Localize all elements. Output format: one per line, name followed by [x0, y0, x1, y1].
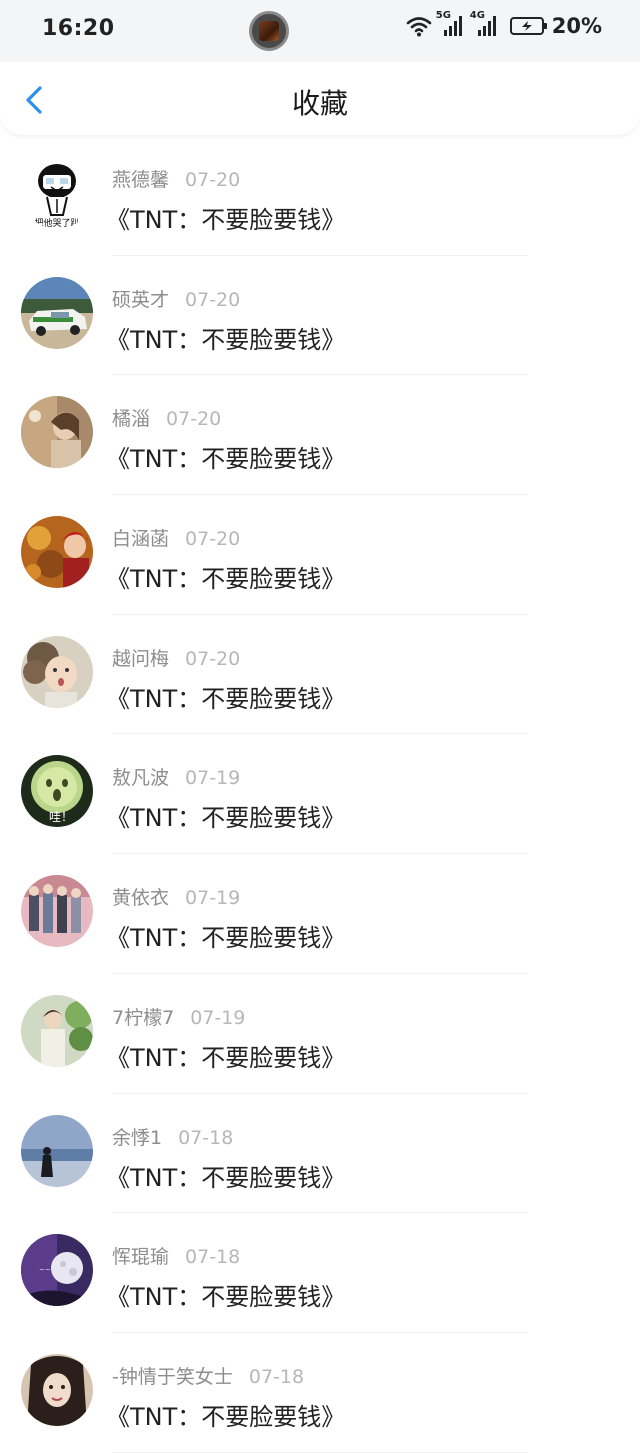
nav-header: 收藏	[0, 62, 640, 135]
favorite-date: 07-19	[185, 767, 241, 790]
status-indicators: 5G 4G 20%	[406, 10, 602, 38]
list-item[interactable]: ~~ 恽琨瑜 07-18 《TNT：不要脸要钱》	[0, 1213, 640, 1333]
favorite-title[interactable]: 《TNT：不要脸要钱》	[106, 200, 345, 235]
avatar[interactable]	[21, 396, 93, 469]
app-notification-icon	[249, 11, 289, 51]
avatar[interactable]	[21, 516, 93, 589]
user-name: 余悸1	[112, 1126, 163, 1149]
avatar[interactable]	[21, 875, 93, 948]
favorite-title[interactable]: 《TNT：不要脸要钱》	[106, 439, 345, 474]
favorite-date: 07-19	[185, 887, 241, 910]
page-title: 收藏	[291, 87, 348, 120]
favorite-date: 07-20	[185, 288, 241, 311]
signal-5g-icon: 5G	[436, 10, 466, 38]
favorite-title[interactable]: 《TNT：不要脸要钱》	[106, 918, 345, 953]
avatar[interactable]	[21, 1353, 93, 1426]
user-name: 7柠檬7	[112, 1006, 175, 1029]
avatar[interactable]: ~~	[21, 1234, 93, 1307]
avatar[interactable]	[21, 994, 93, 1067]
avatar[interactable]: 哇！	[21, 755, 93, 828]
favorite-title[interactable]: 《TNT：不要脸要钱》	[106, 1277, 345, 1312]
list-item[interactable]: 7柠檬7 07-19 《TNT：不要脸要钱》	[0, 974, 640, 1094]
favorite-date: 07-20	[185, 647, 241, 670]
svg-text:~~: ~~	[39, 1266, 51, 1274]
favorite-date: 07-20	[185, 528, 241, 551]
user-name: 橘淄	[112, 408, 151, 431]
favorite-date: 07-18	[185, 1246, 241, 1269]
user-name: 敖凡波	[112, 767, 170, 790]
avatar[interactable]	[21, 635, 93, 708]
favorite-title[interactable]: 《TNT：不要脸要钱》	[106, 1397, 345, 1432]
list-item[interactable]: -钟情于笑女士 07-18 《TNT：不要脸要钱》	[0, 1333, 640, 1453]
favorites-list: 把他哭了趴 燕德馨 07-20 《TNT：不要脸要钱》 硕英才 07-20 《TNT…	[0, 136, 640, 1453]
favorite-title[interactable]: 《TNT：不要脸要钱》	[106, 679, 345, 714]
favorite-title[interactable]: 《TNT：不要脸要钱》	[106, 798, 345, 833]
favorite-date: 07-18	[248, 1365, 305, 1388]
battery-percent: 20%	[551, 14, 602, 38]
user-name: 越问梅	[112, 647, 170, 670]
favorite-date: 07-20	[185, 169, 241, 191]
list-item[interactable]: 余悸1 07-18 《TNT：不要脸要钱》	[0, 1094, 640, 1214]
list-item[interactable]: 把他哭了趴 燕德馨 07-20 《TNT：不要脸要钱》	[0, 136, 640, 256]
list-item[interactable]: 越问梅 07-20 《TNT：不要脸要钱》	[0, 615, 640, 735]
user-name: 恽琨瑜	[112, 1246, 170, 1269]
user-name: 燕德馨	[112, 169, 170, 191]
avatar[interactable]: 把他哭了趴	[21, 157, 93, 229]
user-name: -钟情于笑女士	[112, 1365, 233, 1388]
favorite-title[interactable]: 《TNT：不要脸要钱》	[106, 1158, 345, 1193]
avatar-caption: 哇！	[49, 810, 73, 824]
list-item[interactable]: 黄依衣 07-19 《TNT：不要脸要钱》	[0, 854, 640, 974]
favorite-date: 07-19	[190, 1006, 246, 1029]
avatar-caption: 把他哭了趴	[34, 217, 79, 229]
favorite-date: 07-20	[166, 408, 222, 431]
battery-charging-icon	[509, 17, 547, 35]
signal-4g-icon: 4G	[470, 10, 500, 38]
list-item[interactable]: 硕英才 07-20 《TNT：不要脸要钱》	[0, 256, 640, 376]
wifi-icon	[406, 17, 432, 37]
favorite-title[interactable]: 《TNT：不要脸要钱》	[106, 559, 345, 594]
user-name: 硕英才	[112, 288, 170, 311]
status-time: 16:20	[42, 16, 115, 41]
favorite-date: 07-18	[178, 1126, 234, 1149]
list-item[interactable]: 橘淄 07-20 《TNT：不要脸要钱》	[0, 375, 640, 495]
list-item[interactable]: 哇！ 敖凡波 07-19 《TNT：不要脸要钱》	[0, 734, 640, 854]
status-bar: 16:20 5G 4G 20%	[0, 0, 640, 62]
avatar[interactable]	[21, 1114, 93, 1187]
favorite-title[interactable]: 《TNT：不要脸要钱》	[106, 1038, 345, 1073]
list-item[interactable]: 白涵菡 07-20 《TNT：不要脸要钱》	[0, 495, 640, 615]
user-name: 黄依衣	[112, 887, 170, 910]
avatar[interactable]	[21, 276, 93, 349]
user-name: 白涵菡	[112, 528, 170, 551]
favorite-title[interactable]: 《TNT：不要脸要钱》	[106, 320, 345, 355]
